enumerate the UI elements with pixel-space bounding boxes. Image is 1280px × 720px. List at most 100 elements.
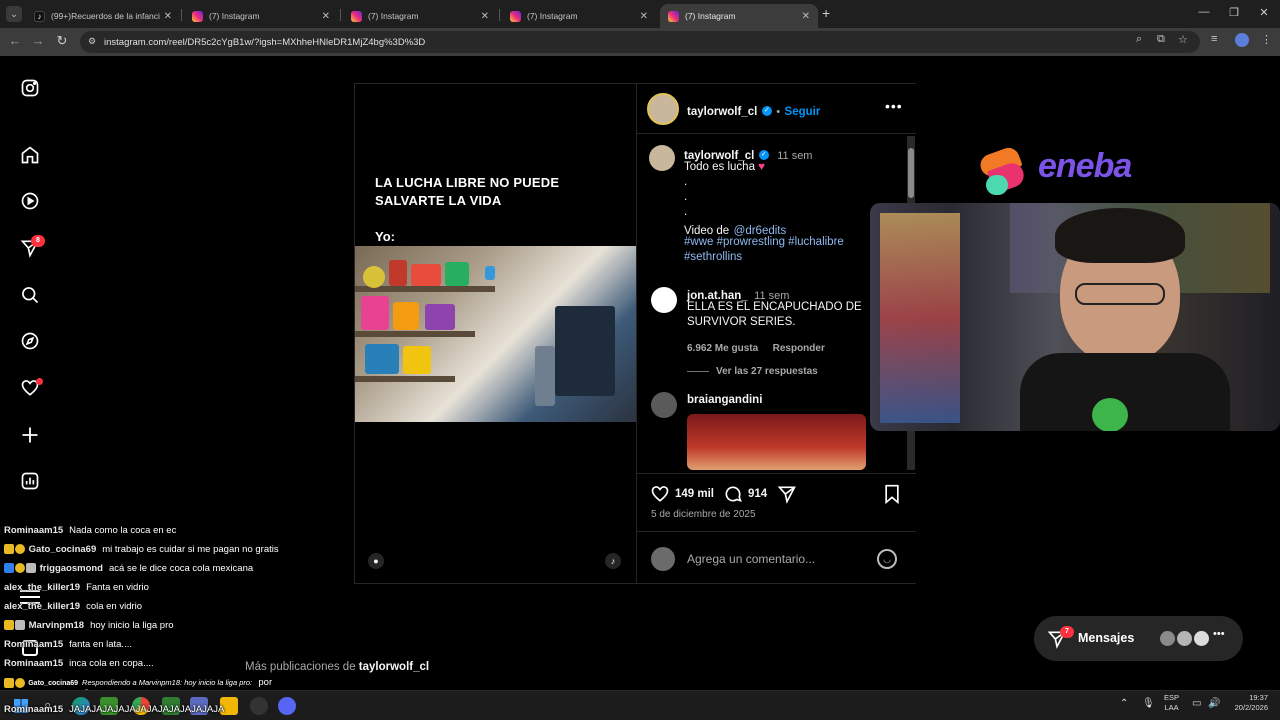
more-posts-username[interactable]: taylorwolf_cl (359, 661, 429, 673)
profile-avatar[interactable] (1235, 33, 1249, 47)
clock[interactable]: 19:37 20/2/2026 (1226, 693, 1268, 713)
reel-media[interactable]: LA LUCHA LIBRE NO PUEDE SALVARTE LA VIDA… (355, 84, 636, 583)
author-avatar[interactable] (647, 93, 679, 125)
close-icon[interactable]: ✕ (640, 11, 648, 22)
minimize-icon[interactable]: — (1194, 6, 1214, 18)
chat-text: cola en vidrio (86, 601, 143, 612)
tiktok-icon: ♪ (34, 10, 45, 22)
subscriber-badge-icon (4, 620, 14, 631)
tab-3[interactable]: (7) Instagram ✕ (502, 4, 656, 28)
chat-reply-context: Respondiendo a Marvinpm18: hoy inicio la… (82, 678, 253, 687)
video-frame[interactable] (355, 246, 636, 422)
forward-icon[interactable]: → (29, 33, 47, 48)
chat-username: Gato_cocina69 (28, 544, 97, 555)
scrollbar-thumb[interactable] (908, 148, 914, 198)
microphone-icon[interactable]: 🎙 (1142, 698, 1155, 709)
explore-compass-icon[interactable] (19, 330, 41, 352)
obs-icon[interactable] (250, 697, 268, 715)
language-indicator[interactable]: ESP LAA (1164, 693, 1179, 713)
restore-icon[interactable]: ❐ (1224, 6, 1244, 19)
close-icon[interactable]: ✕ (802, 11, 810, 22)
back-icon[interactable]: ← (6, 33, 24, 48)
comment-input[interactable]: Agrega un comentario... (687, 552, 815, 566)
chat-username: Rominaam15 (4, 525, 64, 536)
bookmark-star-icon[interactable]: ☆ (1178, 33, 1188, 46)
close-icon[interactable]: ✕ (164, 11, 172, 22)
audio-icon[interactable]: ♪ (605, 553, 621, 569)
tagged-user-icon[interactable]: ● (368, 553, 384, 569)
comment-username[interactable]: braiangandini (687, 394, 762, 406)
reload-icon[interactable]: ↻ (53, 33, 71, 49)
tab-1[interactable]: (7) Instagram ✕ (184, 4, 338, 28)
create-plus-icon[interactable] (19, 424, 41, 446)
instagram-icon (351, 10, 362, 22)
conversation-avatar (1192, 629, 1211, 648)
chat-username: friggaosmond (39, 563, 103, 574)
streamer-webcam (870, 203, 1280, 431)
hashtags-line[interactable]: #wwe #prowrestling #luchalibre (684, 236, 844, 248)
bookmark-icon (885, 484, 899, 505)
author-username[interactable]: taylorwolf_cl (687, 106, 757, 118)
chat-reply-message: Gato_cocina69 Respondiendo a Marvinpm18: … (4, 677, 272, 688)
comment-avatar[interactable] (651, 287, 677, 313)
messages-button[interactable]: 7 Mensajes ••• (1034, 616, 1243, 661)
install-icon[interactable]: ⧉ (1157, 33, 1165, 46)
instagram-logo-icon[interactable] (19, 77, 41, 99)
more-options-icon[interactable]: ••• (885, 98, 903, 114)
hashtags-line[interactable]: #sethrollins (684, 251, 742, 263)
dashboard-icon[interactable] (19, 470, 41, 492)
volume-icon[interactable]: 🔊 (1208, 698, 1220, 709)
view-replies-button[interactable]: Ver las 27 respuestas (716, 366, 818, 377)
close-icon[interactable]: ✕ (322, 11, 330, 22)
discord-icon[interactable] (278, 697, 296, 715)
reels-icon[interactable] (19, 190, 41, 212)
emoji-icon[interactable]: ◡ (877, 549, 897, 569)
caption-dot: . (684, 191, 688, 203)
zoom-icon[interactable]: ⌕ (1136, 33, 1142, 46)
tab-4[interactable]: (7) Instagram ✕ (660, 4, 818, 28)
more-posts-prefix: Más publicaciones de (245, 661, 356, 673)
extensions-icon[interactable]: ≡ (1211, 33, 1217, 45)
chat-message: alex_the_killer19 cola en vidrio (4, 601, 142, 612)
caption-avatar[interactable] (649, 145, 675, 171)
more-conversations-icon[interactable]: ••• (1213, 628, 1225, 640)
meme-yo-label: Yo: (375, 229, 395, 244)
bits-badge-icon (15, 677, 25, 688)
menu-kebab-icon[interactable]: ⋮ (1261, 33, 1272, 46)
close-window-icon[interactable]: ✕ (1254, 6, 1274, 19)
tab-title: (7) Instagram (368, 11, 419, 21)
chat-text: por (258, 677, 273, 688)
new-tab-button[interactable]: + (822, 5, 830, 21)
instagram-icon (510, 10, 521, 22)
eneba-brand-text: eneba (1038, 147, 1132, 185)
like-button[interactable] (650, 484, 670, 509)
site-info-icon[interactable]: ⚙ (88, 36, 96, 47)
tab-2[interactable]: (7) Instagram ✕ (343, 4, 497, 28)
comment-button[interactable] (723, 484, 743, 509)
save-button[interactable] (883, 484, 901, 509)
close-icon[interactable]: ✕ (481, 11, 489, 22)
reply-button[interactable]: Responder (773, 343, 825, 354)
comment-likes[interactable]: 6.962 Me gusta (687, 343, 758, 354)
chat-text: Nada como la coca en ec (69, 525, 177, 536)
comment-image[interactable] (687, 414, 866, 470)
likes-count[interactable]: 149 mil (675, 488, 714, 500)
notification-badge: 8 (31, 235, 45, 247)
search-icon[interactable] (19, 284, 41, 306)
share-button[interactable] (777, 484, 797, 509)
tab-0[interactable]: ♪ (99+)Recuerdos de la infancia c ✕ (26, 4, 180, 28)
follow-button[interactable]: Seguir (785, 106, 821, 118)
comment-bubble-icon (725, 486, 742, 502)
url-input[interactable]: ⚙ instagram.com/reel/DR5c2cYgB1w/?igsh=M… (80, 31, 1200, 53)
tab-title: (7) Instagram (209, 11, 260, 21)
show-hidden-icons-icon[interactable]: ⌃ (1120, 698, 1128, 709)
network-icon[interactable]: ▭ (1192, 698, 1201, 709)
chat-text: inca cola en copa.... (69, 658, 154, 669)
chat-text: hoy inicio la liga pro (90, 620, 174, 631)
more-posts-heading: Más publicaciones de taylorwolf_cl (245, 661, 429, 673)
my-avatar (651, 547, 675, 571)
chat-message: Marvinpm18 hoy inicio la liga pro (4, 620, 174, 631)
home-icon[interactable] (19, 144, 41, 166)
tab-search-button[interactable]: ⌄ (6, 6, 22, 22)
comment-avatar[interactable] (651, 392, 677, 418)
